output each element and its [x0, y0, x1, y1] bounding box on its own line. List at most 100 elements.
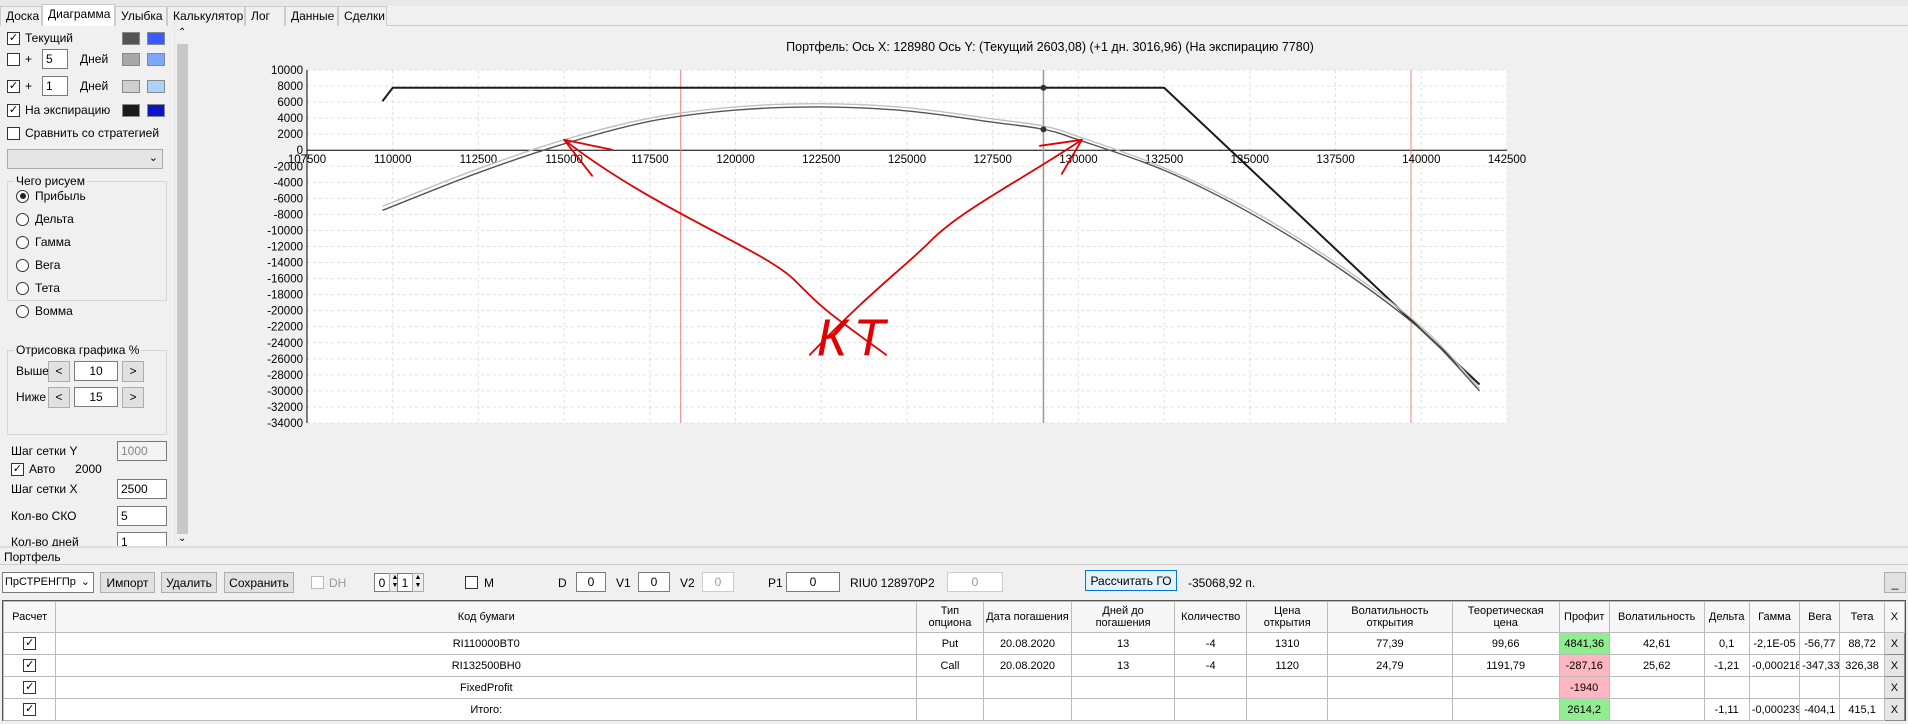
- col-header[interactable]: Дата погашения: [982, 601, 1073, 633]
- tab-deals[interactable]: Сделки: [338, 6, 387, 26]
- cell-vega: -56,77: [1799, 632, 1841, 655]
- d-input[interactable]: 0: [576, 572, 606, 592]
- col-header[interactable]: Количество: [1173, 601, 1248, 633]
- calc-checkbox[interactable]: ✓: [23, 659, 37, 672]
- p1-input[interactable]: 0: [786, 572, 840, 592]
- col-header[interactable]: Волатильность открытия: [1326, 601, 1453, 633]
- calc-checkbox-cell[interactable]: ✓: [2, 676, 57, 699]
- y-tick-label: -6000: [274, 193, 303, 205]
- plus2-checkbox[interactable]: ✓: [7, 79, 20, 93]
- auto-checkbox[interactable]: ✓: [11, 462, 24, 476]
- delete-button[interactable]: Удалить: [161, 572, 217, 593]
- cell-code: Итого:: [55, 698, 918, 721]
- cell-delta: [1703, 676, 1750, 699]
- cursor-marker: [1040, 84, 1047, 91]
- table-row[interactable]: ✓ FixedProfit -1940 X: [2, 676, 1906, 699]
- table-row[interactable]: ✓ Итого: 2614,2 -1,11 -0,000239 -404,1 415,1 X: [2, 698, 1906, 721]
- table-row[interactable]: ✓ RI132500BH0 Call 20.08.2020 13 -4 1120 24,79 1…: [2, 654, 1906, 677]
- plus2-color-swatch[interactable]: [122, 79, 140, 93]
- calc-checkbox[interactable]: ✓: [23, 637, 37, 650]
- strategy-compare-select[interactable]: ⌄: [7, 149, 163, 169]
- m-checkbox[interactable]: [465, 576, 478, 589]
- left-panel-scrollbar[interactable]: ⌃ ⌄: [174, 26, 190, 544]
- calculate-margin-button[interactable]: Рассчитать ГО: [1085, 570, 1177, 591]
- col-header[interactable]: Дельта: [1703, 601, 1750, 633]
- col-header[interactable]: Гамма: [1748, 601, 1801, 633]
- col-header[interactable]: Профит: [1558, 601, 1610, 633]
- col-header[interactable]: Вега: [1799, 601, 1841, 633]
- radio-theta[interactable]: Тета: [16, 279, 60, 297]
- tab-log[interactable]: Лог: [245, 6, 285, 26]
- minimize-button[interactable]: _: [1884, 572, 1906, 593]
- plus1-checkbox[interactable]: [7, 52, 20, 66]
- radio-vomma[interactable]: Вомма: [16, 302, 73, 320]
- cell-x[interactable]: X: [1883, 654, 1906, 677]
- col-header[interactable]: Тип опциона: [916, 601, 984, 633]
- radio-delta[interactable]: Дельта: [16, 210, 74, 228]
- below-decrease-button[interactable]: <: [48, 386, 70, 408]
- cell-x[interactable]: X: [1883, 698, 1906, 721]
- col-header[interactable]: Расчет: [2, 601, 57, 633]
- table-row[interactable]: ✓ RI110000BT0 Put 20.08.2020 13 -4 1310 77,39 99…: [2, 632, 1906, 655]
- above-increase-button[interactable]: >: [122, 360, 144, 382]
- grid-y-input[interactable]: 1000: [117, 441, 167, 461]
- col-header[interactable]: Тета: [1839, 601, 1885, 633]
- tab-smile[interactable]: Улыбка: [115, 6, 167, 26]
- save-button[interactable]: Сохранить: [224, 572, 294, 593]
- dh-b-spinner[interactable]: ▲ ▼: [412, 573, 424, 592]
- calc-checkbox-cell[interactable]: ✓: [2, 654, 57, 677]
- compare-checkbox[interactable]: [7, 126, 20, 140]
- plus1-color-swatch[interactable]: [122, 52, 140, 66]
- col-header[interactable]: Дней до погашения: [1071, 601, 1175, 633]
- v1-input[interactable]: 0: [638, 572, 670, 592]
- scroll-up-icon[interactable]: ⌃: [178, 27, 186, 38]
- above-input[interactable]: 10: [74, 361, 118, 381]
- tab-data[interactable]: Данные: [285, 6, 338, 26]
- scroll-thumb[interactable]: [177, 44, 188, 534]
- calc-checkbox[interactable]: ✓: [23, 703, 37, 716]
- col-header[interactable]: Волатильность: [1608, 601, 1705, 633]
- dh-a-input[interactable]: 0: [374, 573, 390, 592]
- v2-input[interactable]: 0: [702, 572, 734, 592]
- scroll-down-icon[interactable]: ⌄: [178, 533, 186, 544]
- dh-b-input[interactable]: 1: [397, 573, 413, 592]
- radio-gamma[interactable]: Гамма: [16, 233, 71, 251]
- tab-board[interactable]: Доска: [0, 6, 42, 26]
- grid-x-input[interactable]: 2500: [117, 479, 167, 499]
- expiry-alt-color-swatch[interactable]: [147, 103, 165, 117]
- cell-x[interactable]: X: [1883, 632, 1906, 655]
- calc-checkbox-cell[interactable]: ✓: [2, 698, 57, 721]
- below-increase-button[interactable]: >: [122, 386, 144, 408]
- p2-input[interactable]: 0: [947, 572, 1003, 592]
- plus1-alt-color-swatch[interactable]: [147, 52, 165, 66]
- current-checkbox[interactable]: ✓: [7, 31, 20, 45]
- splitter[interactable]: [0, 546, 1908, 548]
- col-header[interactable]: Теоретическая цена: [1451, 601, 1560, 633]
- radio-profit[interactable]: Прибыль: [16, 187, 86, 205]
- current-color-swatch[interactable]: [122, 31, 140, 45]
- sko-input[interactable]: 5: [117, 506, 167, 526]
- strategy-select[interactable]: ПрСТРЕНГПр ⌄: [2, 572, 94, 593]
- calc-checkbox-cell[interactable]: ✓: [2, 632, 57, 655]
- plus1-days-input[interactable]: 5: [42, 49, 69, 69]
- calc-checkbox[interactable]: ✓: [23, 681, 37, 694]
- below-input[interactable]: 15: [74, 387, 118, 407]
- plus2-days-input[interactable]: 1: [42, 76, 69, 96]
- days-count-input[interactable]: 1: [117, 532, 167, 546]
- current-alt-color-swatch[interactable]: [147, 31, 165, 45]
- dh-checkbox[interactable]: [311, 576, 324, 589]
- plus2-alt-color-swatch[interactable]: [147, 79, 165, 93]
- expiry-checkbox[interactable]: ✓: [7, 103, 20, 117]
- col-header[interactable]: X: [1883, 601, 1906, 633]
- col-header[interactable]: Код бумаги: [55, 601, 918, 633]
- tab-diagram[interactable]: Диаграмма: [42, 4, 115, 27]
- import-button[interactable]: Импорт: [100, 572, 155, 593]
- cell-x[interactable]: X: [1883, 676, 1906, 699]
- tab-calculator[interactable]: Калькулятор: [167, 6, 245, 26]
- col-header[interactable]: Цена открытия: [1246, 601, 1328, 633]
- expiry-color-swatch[interactable]: [122, 103, 140, 117]
- radio-vega[interactable]: Вега: [16, 256, 60, 274]
- cell-type: [916, 698, 984, 721]
- profit-chart[interactable]: 107500 110000 112500 115000 117500 120000 1225…: [192, 26, 1908, 546]
- above-decrease-button[interactable]: <: [48, 360, 70, 382]
